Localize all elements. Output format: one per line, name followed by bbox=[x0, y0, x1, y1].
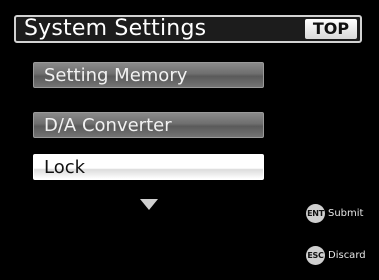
menu-item-da-converter[interactable]: D/A Converter bbox=[33, 112, 264, 138]
discard-label: Discard bbox=[328, 249, 366, 261]
top-button[interactable]: TOP bbox=[305, 19, 357, 39]
submit-hint: ENT Submit bbox=[306, 203, 363, 223]
esc-key-icon: ESC bbox=[306, 245, 325, 265]
ent-key-icon: ENT bbox=[306, 203, 325, 223]
menu-item-lock[interactable]: Lock bbox=[33, 154, 264, 180]
down-arrow-icon bbox=[140, 199, 158, 210]
submit-label: Submit bbox=[328, 207, 364, 219]
page-title: System Settings bbox=[24, 16, 207, 41]
discard-hint: ESC Discard bbox=[306, 245, 366, 265]
menu-item-setting-memory[interactable]: Setting Memory bbox=[33, 62, 264, 88]
title-bar: System Settings TOP bbox=[14, 15, 362, 43]
